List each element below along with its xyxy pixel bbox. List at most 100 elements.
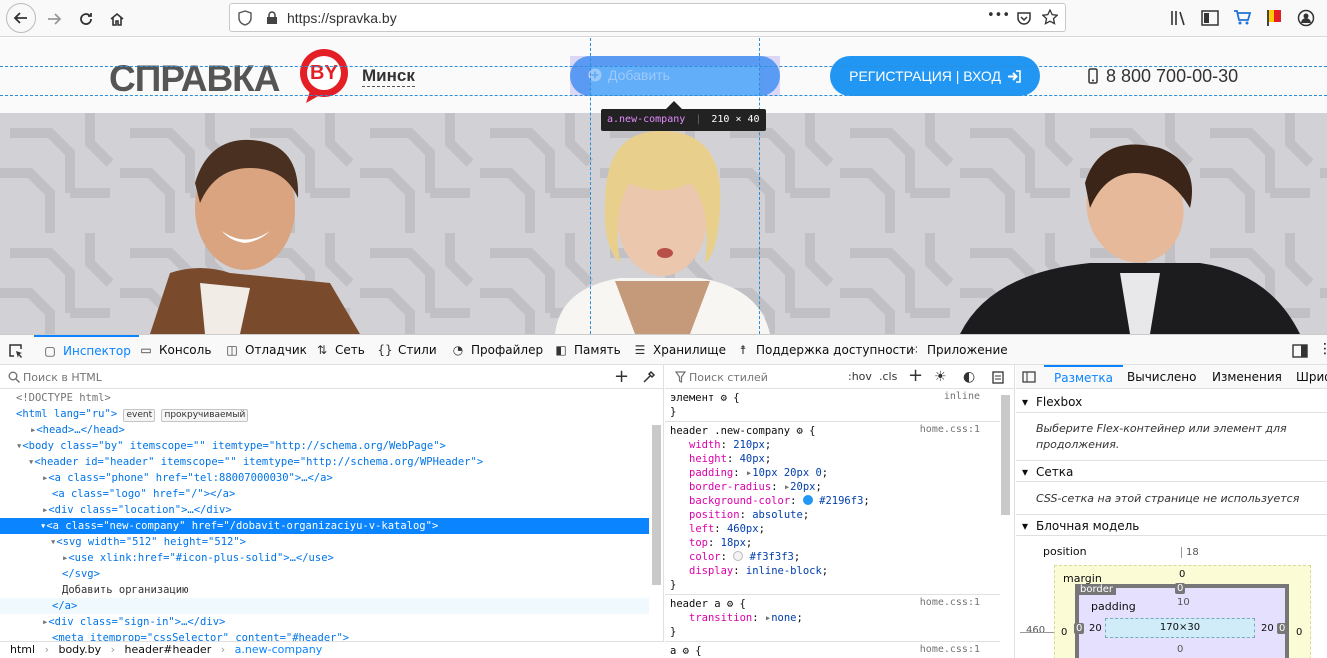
tree-node[interactable]: <meta itemprop="cssSelector" content="#h… bbox=[0, 630, 649, 641]
add-node-icon[interactable]: + bbox=[614, 365, 629, 389]
tab-fonts[interactable]: Шрифт bbox=[1296, 365, 1327, 389]
rule-source[interactable]: home.css:1 bbox=[920, 597, 980, 608]
tree-node[interactable]: ▾<header id="header" itemscope="" itemty… bbox=[0, 454, 649, 470]
back-button[interactable] bbox=[6, 3, 36, 33]
tree-node[interactable]: ▸<div class="location">…</div> bbox=[0, 502, 649, 518]
tab-profiler[interactable]: ◔ Профайлер bbox=[450, 335, 543, 365]
markup-scrollbar[interactable] bbox=[652, 425, 661, 585]
grid-section-header[interactable]: ▾ Сетка bbox=[1016, 460, 1327, 482]
shopping-cart-icon[interactable] bbox=[1233, 9, 1251, 26]
css-declaration[interactable]: transition: ▸none; bbox=[689, 611, 803, 625]
tab-debugger[interactable]: ◫ Отладчик bbox=[224, 335, 307, 365]
gear-icon[interactable]: ⚙ bbox=[721, 392, 727, 404]
register-login-button[interactable]: РЕГИСТРАЦИЯ | ВХОД bbox=[830, 56, 1040, 96]
event-badge[interactable]: event bbox=[123, 409, 156, 422]
forward-button[interactable] bbox=[41, 6, 67, 32]
library-icon[interactable] bbox=[1170, 10, 1188, 26]
boxmodel-section-header[interactable]: ▾ Блочная модель bbox=[1016, 514, 1327, 536]
shield-icon[interactable] bbox=[238, 10, 252, 26]
gear-icon[interactable]: ⚙ bbox=[796, 425, 802, 437]
light-theme-icon[interactable]: ☀ bbox=[934, 365, 947, 389]
padding-left-value[interactable]: 20 bbox=[1089, 623, 1102, 634]
tree-node[interactable]: </svg> bbox=[0, 566, 649, 582]
css-declaration[interactable]: color: #f3f3f3; bbox=[689, 550, 800, 564]
gear-icon[interactable]: ⚙ bbox=[727, 598, 733, 610]
element-picker-icon[interactable] bbox=[8, 343, 24, 359]
padding-bottom-value[interactable]: 0 bbox=[1177, 644, 1183, 655]
bookmark-star-icon[interactable] bbox=[1042, 9, 1058, 25]
tab-network[interactable]: ⇅ Сеть bbox=[314, 335, 365, 365]
tree-node[interactable]: Добавить организацию bbox=[0, 582, 649, 598]
tree-node[interactable]: ▸<use xlink:href="#icon-plus-solid">…</u… bbox=[0, 550, 649, 566]
position-top-value[interactable]: 18 bbox=[1181, 547, 1199, 558]
padding-right-value[interactable]: 20 bbox=[1261, 623, 1274, 634]
tab-application[interactable]: ⁙ Приложение bbox=[906, 335, 1008, 365]
rule-source[interactable]: home.css:1 bbox=[920, 644, 980, 655]
rules-scrollbar[interactable] bbox=[1001, 395, 1010, 515]
tab-style-editor[interactable]: {} Стили bbox=[377, 335, 436, 365]
css-declaration[interactable]: background-color: #2196f3; bbox=[689, 494, 870, 508]
hover-state-toggle[interactable]: :hov bbox=[848, 365, 872, 389]
tab-computed[interactable]: Вычислено bbox=[1127, 365, 1196, 389]
tree-node[interactable]: </a> bbox=[0, 598, 649, 614]
css-declaration[interactable]: height: 40px; bbox=[689, 452, 771, 466]
lock-icon[interactable] bbox=[266, 11, 278, 25]
breadcrumb-item[interactable]: header#header bbox=[125, 643, 212, 656]
tab-changes[interactable]: Изменения bbox=[1212, 365, 1282, 389]
tab-accessibility[interactable]: ☨ Поддержка доступности bbox=[735, 335, 914, 365]
add-rule-icon[interactable]: + bbox=[908, 364, 923, 388]
css-declaration[interactable]: padding: ▸10px 20px 0; bbox=[689, 466, 828, 480]
tab-memory[interactable]: ◧ Память bbox=[553, 335, 620, 365]
border-left-value[interactable]: 0 bbox=[1074, 623, 1085, 634]
css-declaration[interactable]: display: inline-block; bbox=[689, 564, 828, 578]
color-swatch[interactable] bbox=[733, 551, 744, 561]
rule-source[interactable]: inline bbox=[944, 391, 980, 402]
tree-node[interactable]: ▾<body class="by" itemscope="" itemtype=… bbox=[0, 438, 649, 454]
tab-storage[interactable]: ☰ Хранилище bbox=[632, 335, 726, 365]
tree-node[interactable]: <!DOCTYPE html> bbox=[0, 390, 649, 406]
gear-icon[interactable]: ⚙ bbox=[683, 645, 689, 657]
breadcrumb-item[interactable]: body.by bbox=[58, 643, 101, 656]
page-actions-icon[interactable]: ••• bbox=[987, 8, 1010, 23]
position-left-value[interactable]: 460 bbox=[1026, 625, 1045, 636]
tree-node[interactable]: ▸<head>…</head> bbox=[0, 422, 649, 438]
tree-node-selected[interactable]: ▾<a class="new-company" href="/dobavit-o… bbox=[0, 518, 649, 534]
reload-button[interactable] bbox=[73, 6, 99, 32]
dock-icon[interactable] bbox=[1292, 342, 1308, 358]
address-bar[interactable]: https://spravka.by ••• bbox=[229, 3, 1066, 32]
home-button[interactable] bbox=[104, 6, 130, 32]
class-toggle[interactable]: .cls bbox=[879, 365, 897, 389]
eyedropper-icon[interactable] bbox=[642, 370, 656, 384]
margin-top-value[interactable]: 0 bbox=[1179, 569, 1185, 580]
css-declaration[interactable]: border-radius: ▸20px; bbox=[689, 480, 822, 494]
phone-number[interactable]: 8 800 700-00-30 bbox=[1106, 66, 1238, 87]
css-declaration[interactable]: position: absolute; bbox=[689, 508, 809, 522]
margin-right-value[interactable]: 0 bbox=[1296, 627, 1302, 638]
tab-inspector[interactable]: ▢ Инспектор bbox=[34, 335, 139, 365]
border-top-value[interactable]: 0 bbox=[1175, 583, 1186, 594]
tree-node[interactable]: ▸<a class="phone" href="tel:88007000030"… bbox=[0, 470, 649, 486]
city-selector[interactable]: Минск bbox=[362, 66, 415, 87]
border-right-value[interactable]: 0 bbox=[1277, 623, 1288, 634]
tree-node[interactable]: <html lang="ru"> event прокручиваемый bbox=[0, 406, 649, 422]
breadcrumb-item-active[interactable]: a.new-company bbox=[235, 643, 323, 656]
print-media-icon[interactable] bbox=[992, 371, 1004, 384]
tab-console[interactable]: ▭ Консоль bbox=[138, 335, 211, 365]
extension-flag-icon[interactable] bbox=[1265, 8, 1283, 27]
toggle-pane-icon[interactable] bbox=[1022, 371, 1036, 383]
css-declaration[interactable]: top: 18px; bbox=[689, 536, 752, 550]
padding-top-value[interactable]: 10 bbox=[1177, 597, 1190, 608]
sidebar-icon[interactable] bbox=[1201, 10, 1219, 26]
tab-layout[interactable]: Разметка bbox=[1044, 365, 1123, 389]
flexbox-section-header[interactable]: ▾ Flexbox bbox=[1016, 391, 1327, 413]
breadcrumb-item[interactable]: html bbox=[10, 643, 35, 656]
tree-node[interactable]: ▾<svg width="512" height="512"> bbox=[0, 534, 649, 550]
scrollable-badge[interactable]: прокручиваемый bbox=[161, 409, 249, 422]
color-swatch[interactable] bbox=[802, 495, 813, 505]
css-declaration[interactable]: left: 460px; bbox=[689, 522, 765, 536]
content-size[interactable]: 170×30 bbox=[1105, 618, 1255, 638]
account-icon[interactable] bbox=[1297, 9, 1315, 27]
dark-theme-icon[interactable]: ◐ bbox=[963, 365, 975, 389]
css-declaration[interactable]: width: 210px; bbox=[689, 438, 771, 452]
pocket-icon[interactable] bbox=[1016, 10, 1032, 26]
